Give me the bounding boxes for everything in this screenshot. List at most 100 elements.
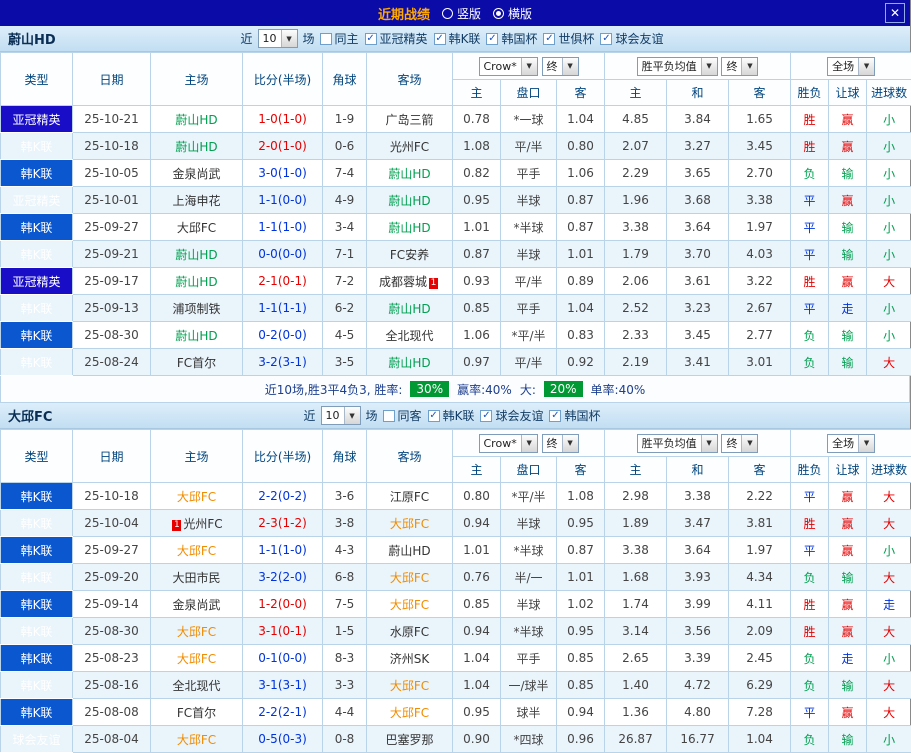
away-team[interactable]: 蔚山HD	[367, 214, 453, 241]
home-team[interactable]: 大邱FC	[151, 645, 243, 672]
home-team[interactable]: 大邱FC	[151, 726, 243, 753]
match-count-select[interactable]: 10 ▼	[258, 29, 298, 48]
filter-checkbox[interactable]: ✓亚冠精英	[365, 30, 428, 47]
away-team[interactable]: 蔚山HD	[367, 295, 453, 322]
checkbox-label: 亚冠精英	[380, 30, 428, 47]
checkbox-checked-icon[interactable]: ✓	[600, 33, 612, 45]
home-team[interactable]: 蔚山HD	[151, 106, 243, 133]
filter-checkbox[interactable]: ✓球会友谊	[480, 407, 543, 424]
filter-checkbox[interactable]: ✓韩国杯	[549, 407, 600, 424]
filter-checkbox[interactable]: ✓球会友谊	[600, 30, 663, 47]
match-count-select[interactable]: 10 ▼	[321, 406, 361, 425]
home-team[interactable]: 大田市民	[151, 564, 243, 591]
radio-unselected-icon[interactable]	[442, 8, 453, 19]
home-team[interactable]: 蔚山HD	[151, 268, 243, 295]
match-row: 韩K联25-10-18大邱FC2-2(0-2)3-6江原FC0.80*平/半1.…	[1, 483, 911, 510]
handicap-result-cell: 赢	[829, 483, 867, 510]
radio-selected-icon[interactable]	[493, 8, 504, 19]
filter-checkbox[interactable]: 同主	[320, 30, 359, 47]
away-team[interactable]: 蔚山HD	[367, 160, 453, 187]
bookmaker-select[interactable]: Crow* ▼	[479, 57, 538, 76]
away-team[interactable]: 光州FC	[367, 133, 453, 160]
corners: 7-1	[323, 241, 367, 268]
checkbox-unchecked-icon[interactable]	[320, 33, 332, 45]
bookmaker-select[interactable]: Crow* ▼	[479, 434, 538, 453]
filter-checkbox[interactable]: ✓世俱杯	[543, 30, 594, 47]
col-asian-away: 客	[557, 80, 605, 106]
away-team[interactable]: 大邱FC	[367, 510, 453, 537]
euro-avg-select[interactable]: 胜平负均值 ▼	[637, 434, 718, 453]
match-row: 韩K联25-08-30大邱FC3-1(0-1)1-5水原FC0.94*半球0.9…	[1, 618, 911, 645]
home-team[interactable]: 大邱FC	[151, 483, 243, 510]
titlebar: 近期战绩 竖版 横版 ✕	[0, 0, 910, 26]
home-team[interactable]: 上海申花	[151, 187, 243, 214]
away-team[interactable]: 江原FC	[367, 483, 453, 510]
euro-final-select[interactable]: 终 ▼	[721, 434, 758, 453]
away-team[interactable]: 蔚山HD	[367, 349, 453, 376]
score: 1-1(1-1)	[243, 295, 323, 322]
home-team[interactable]: FC首尔	[151, 349, 243, 376]
col-goals: 进球数	[867, 80, 911, 106]
away-team[interactable]: 大邱FC	[367, 699, 453, 726]
away-team[interactable]: 大邱FC	[367, 564, 453, 591]
home-team[interactable]: FC首尔	[151, 699, 243, 726]
filter-checkbox[interactable]: 同客	[383, 407, 422, 424]
checkbox-checked-icon[interactable]: ✓	[428, 410, 440, 422]
away-team[interactable]: 济州SK	[367, 645, 453, 672]
checkbox-checked-icon[interactable]: ✓	[434, 33, 446, 45]
euro-final-select[interactable]: 终 ▼	[721, 57, 758, 76]
checkbox-unchecked-icon[interactable]	[383, 410, 395, 422]
home-team[interactable]: 金泉尚武	[151, 160, 243, 187]
away-team[interactable]: 大邱FC	[367, 591, 453, 618]
home-team[interactable]: 大邱FC	[151, 618, 243, 645]
avg-draw-odds: 3.27	[667, 133, 729, 160]
bookmaker-value: Crow*	[484, 60, 517, 73]
competition-badge: 韩K联	[1, 510, 73, 537]
home-team[interactable]: 大邱FC	[151, 214, 243, 241]
away-team[interactable]: 全北现代	[367, 322, 453, 349]
score: 1-0(1-0)	[243, 106, 323, 133]
home-team[interactable]: 蔚山HD	[151, 133, 243, 160]
away-team[interactable]: 成都蓉城1	[367, 268, 453, 295]
scope-select[interactable]: 全场 ▼	[827, 57, 875, 76]
match-date: 25-08-08	[73, 699, 151, 726]
rate-badge: 30%	[410, 381, 449, 397]
match-date: 25-09-27	[73, 537, 151, 564]
scope-value: 全场	[832, 435, 854, 451]
panel-title: 近期战绩	[378, 4, 430, 23]
away-team[interactable]: 巴塞罗那	[367, 726, 453, 753]
away-team[interactable]: 广岛三箭	[367, 106, 453, 133]
scope-select[interactable]: 全场 ▼	[827, 434, 875, 453]
asian-final-select[interactable]: 终 ▼	[542, 434, 579, 453]
matches-table: 类型 日期 主场 比分(半场) 角球 客场 Crow* ▼ 终 ▼	[0, 52, 911, 376]
checkbox-checked-icon[interactable]: ✓	[480, 410, 492, 422]
home-team[interactable]: 蔚山HD	[151, 241, 243, 268]
asian-home-odds: 0.80	[453, 483, 501, 510]
euro-avg-select[interactable]: 胜平负均值 ▼	[637, 57, 718, 76]
competition-badge: 韩K联	[1, 322, 73, 349]
checkbox-checked-icon[interactable]: ✓	[486, 33, 498, 45]
home-team[interactable]: 大邱FC	[151, 537, 243, 564]
handicap-result-cell: 赢	[829, 537, 867, 564]
games-label: 场	[366, 407, 378, 424]
away-team[interactable]: 蔚山HD	[367, 537, 453, 564]
filter-checkbox[interactable]: ✓韩国杯	[486, 30, 537, 47]
away-team[interactable]: 水原FC	[367, 618, 453, 645]
filter-checkbox[interactable]: ✓韩K联	[434, 30, 481, 47]
home-team[interactable]: 全北现代	[151, 672, 243, 699]
checkbox-checked-icon[interactable]: ✓	[543, 33, 555, 45]
home-team[interactable]: 浦项制铁	[151, 295, 243, 322]
home-team[interactable]: 1光州FC	[151, 510, 243, 537]
home-team[interactable]: 蔚山HD	[151, 322, 243, 349]
away-team[interactable]: 蔚山HD	[367, 187, 453, 214]
checkbox-checked-icon[interactable]: ✓	[365, 33, 377, 45]
checkbox-checked-icon[interactable]: ✓	[549, 410, 561, 422]
asian-final-select[interactable]: 终 ▼	[542, 57, 579, 76]
layout-option-vertical[interactable]: 竖版	[442, 5, 481, 22]
filter-checkbox[interactable]: ✓韩K联	[428, 407, 475, 424]
close-button[interactable]: ✕	[885, 3, 905, 23]
away-team[interactable]: FC安养	[367, 241, 453, 268]
away-team[interactable]: 大邱FC	[367, 672, 453, 699]
home-team[interactable]: 金泉尚武	[151, 591, 243, 618]
layout-option-horizontal[interactable]: 横版	[493, 5, 532, 22]
